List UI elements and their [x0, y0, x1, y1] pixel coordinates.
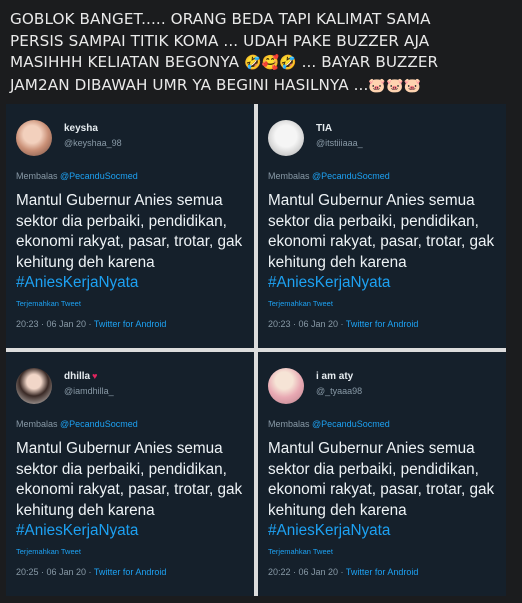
display-name-text: dhilla: [64, 371, 91, 382]
tweet-timestamp: 20:23 · 06 Jan 20 ·: [268, 319, 344, 329]
caption-line-4: JAM2AN DIBAWAH UMR YA BEGINI HASILNYA ..…: [10, 75, 512, 98]
reply-line: Membalas @PecanduSocmed: [16, 171, 138, 181]
display-name[interactable]: dhilla ♥: [64, 371, 97, 382]
reply-mention-link[interactable]: @PecanduSocmed: [60, 171, 138, 181]
hashtag-link[interactable]: #AniesKerjaNyata: [268, 521, 504, 542]
tweet-card: keysha @keyshaa_98 Membalas @PecanduSocm…: [6, 104, 254, 348]
tweet-meta: 20:25 · 06 Jan 20 · Twitter for Android: [16, 567, 166, 577]
tweet-body: Mantul Gubernur Anies semua sektor dia p…: [268, 192, 495, 271]
tweet-text: Mantul Gubernur Anies semua sektor dia p…: [16, 439, 252, 542]
display-name[interactable]: keysha: [64, 123, 98, 134]
tweet-card: TIA @itstiiiaaa_ Membalas @PecanduSocmed…: [258, 104, 506, 348]
avatar[interactable]: [16, 368, 52, 404]
hashtag-link[interactable]: #AniesKerjaNyata: [16, 273, 252, 294]
pig-emoji-group: 🐷🐷🐷: [368, 77, 422, 94]
caption-line-1: GOBLOK BANGET..... ORANG BEDA TAPI KALIM…: [10, 10, 431, 28]
display-name[interactable]: i am aty: [316, 371, 353, 382]
heart-icon: ♥: [92, 371, 98, 381]
avatar[interactable]: [268, 120, 304, 156]
tweet-timestamp: 20:23 · 06 Jan 20 ·: [16, 319, 92, 329]
screenshot-collage: keysha @keyshaa_98 Membalas @PecanduSocm…: [6, 104, 506, 596]
source-link[interactable]: Twitter for Android: [346, 567, 419, 577]
source-link[interactable]: Twitter for Android: [94, 319, 167, 329]
reply-prefix: Membalas: [16, 419, 58, 429]
reply-line: Membalas @PecanduSocmed: [16, 419, 138, 429]
tweet-body: Mantul Gubernur Anies semua sektor dia p…: [16, 440, 243, 519]
laughing-emoji-group: 🤣🥰🤣: [244, 55, 297, 71]
translate-link[interactable]: Terjemahkan Tweet: [268, 547, 333, 556]
tweet-text: Mantul Gubernur Anies semua sektor dia p…: [268, 439, 504, 542]
avatar[interactable]: [268, 368, 304, 404]
tweet-meta: 20:23 · 06 Jan 20 · Twitter for Android: [268, 319, 418, 329]
translate-link[interactable]: Terjemahkan Tweet: [268, 299, 333, 308]
caption-line-2: PERSIS SAMPAI TITIK KOMA ... UDAH PAKE B…: [10, 31, 430, 50]
source-link[interactable]: Twitter for Android: [346, 319, 419, 329]
translate-link[interactable]: Terjemahkan Tweet: [16, 547, 81, 556]
source-link[interactable]: Twitter for Android: [94, 567, 167, 577]
user-handle[interactable]: @_tyaaa98: [316, 386, 362, 396]
tweet-card: dhilla ♥ @iamdhilla_ Membalas @PecanduSoc…: [6, 352, 254, 596]
reply-mention-link[interactable]: @PecanduSocmed: [312, 419, 390, 429]
tweet-meta: 20:22 · 06 Jan 20 · Twitter for Android: [268, 567, 418, 577]
tweet-timestamp: 20:22 · 06 Jan 20 ·: [268, 567, 344, 577]
reply-prefix: Membalas: [268, 171, 310, 181]
reply-mention-link[interactable]: @PecanduSocmed: [60, 419, 138, 429]
reply-prefix: Membalas: [16, 171, 58, 181]
tweet-meta: 20:23 · 06 Jan 20 · Twitter for Android: [16, 319, 166, 329]
tweet-text: Mantul Gubernur Anies semua sektor dia p…: [268, 191, 504, 294]
tweet-card: i am aty @_tyaaa98 Membalas @PecanduSocm…: [258, 352, 506, 596]
caption-line-4-text: JAM2AN DIBAWAH UMR YA BEGINI HASILNYA ..…: [10, 75, 369, 94]
user-handle[interactable]: @itstiiiaaa_: [316, 138, 363, 148]
user-handle[interactable]: @keyshaa_98: [64, 138, 122, 148]
tweet-body: Mantul Gubernur Anies semua sektor dia p…: [268, 440, 495, 519]
reply-mention-link[interactable]: @PecanduSocmed: [312, 171, 390, 181]
caption-line-3-tail: ... BAYAR BUZZER: [301, 53, 439, 71]
hashtag-link[interactable]: #AniesKerjaNyata: [268, 273, 504, 294]
tweet-body: Mantul Gubernur Anies semua sektor dia p…: [16, 192, 243, 271]
post-frame: GOBLOK BANGET..... ORANG BEDA TAPI KALIM…: [0, 0, 522, 603]
post-caption: GOBLOK BANGET..... ORANG BEDA TAPI KALIM…: [10, 9, 512, 97]
avatar[interactable]: [16, 120, 52, 156]
display-name[interactable]: TIA: [316, 123, 332, 134]
caption-line-3: MASIHHH KELIATAN BEGONYA 🤣🥰🤣 ... BAYAR B…: [10, 52, 512, 75]
translate-link[interactable]: Terjemahkan Tweet: [16, 299, 81, 308]
reply-line: Membalas @PecanduSocmed: [268, 419, 390, 429]
tweet-timestamp: 20:25 · 06 Jan 20 ·: [16, 567, 92, 577]
reply-line: Membalas @PecanduSocmed: [268, 171, 390, 181]
caption-line-3-text: MASIHHH KELIATAN BEGONYA: [10, 53, 240, 71]
hashtag-link[interactable]: #AniesKerjaNyata: [16, 521, 252, 542]
tweet-text: Mantul Gubernur Anies semua sektor dia p…: [16, 191, 252, 294]
reply-prefix: Membalas: [268, 419, 310, 429]
user-handle[interactable]: @iamdhilla_: [64, 386, 114, 396]
